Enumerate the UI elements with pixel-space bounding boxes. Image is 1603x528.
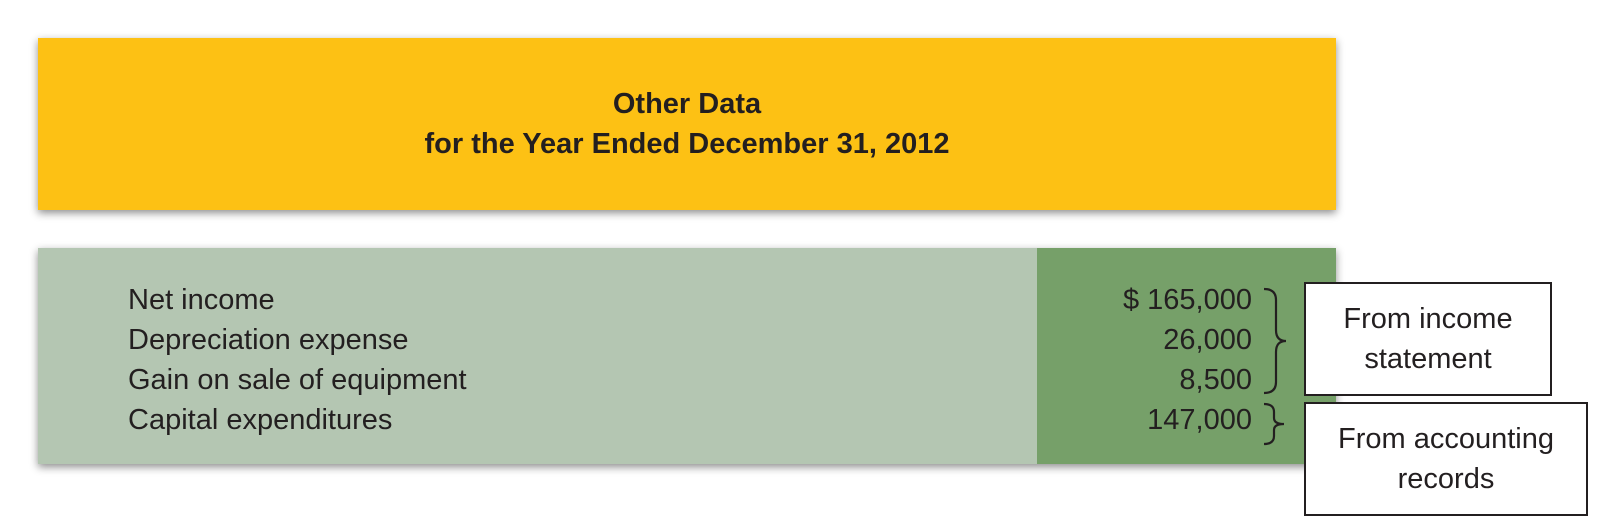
brace-income-statement-icon <box>1263 287 1287 395</box>
callout-line: records <box>1397 463 1495 495</box>
callout-income-statement: From income statement <box>1304 282 1552 396</box>
header-band: Other Data for the Year Ended December 3… <box>38 38 1336 210</box>
table-row: Net income $ 165,000 <box>38 280 1336 320</box>
header-subtitle: for the Year Ended December 31, 2012 <box>424 128 950 160</box>
callout-accounting-records: From accounting records <box>1304 402 1588 516</box>
callout-line: From accounting <box>1338 423 1554 455</box>
other-data-figure: Other Data for the Year Ended December 3… <box>0 0 1603 528</box>
row-amount: 26,000 <box>1163 324 1252 356</box>
brace-accounting-records-icon <box>1263 402 1285 446</box>
data-table: Net income $ 165,000 Depreciation expens… <box>38 248 1336 464</box>
row-label: Net income <box>128 284 275 316</box>
callout-line: From income <box>1343 303 1513 335</box>
row-amount: 147,000 <box>1147 404 1252 436</box>
callout-line: statement <box>1364 343 1492 375</box>
row-amount: $ 165,000 <box>1122 284 1252 316</box>
header-title: Other Data <box>612 88 762 120</box>
table-row: Gain on sale of equipment 8,500 <box>38 360 1336 400</box>
row-amount: 8,500 <box>1179 364 1252 396</box>
table-row: Capital expenditures 147,000 <box>38 400 1336 440</box>
row-label: Gain on sale of equipment <box>128 364 467 396</box>
row-label: Depreciation expense <box>128 324 409 356</box>
table-row: Depreciation expense 26,000 <box>38 320 1336 360</box>
row-label: Capital expenditures <box>128 404 393 436</box>
